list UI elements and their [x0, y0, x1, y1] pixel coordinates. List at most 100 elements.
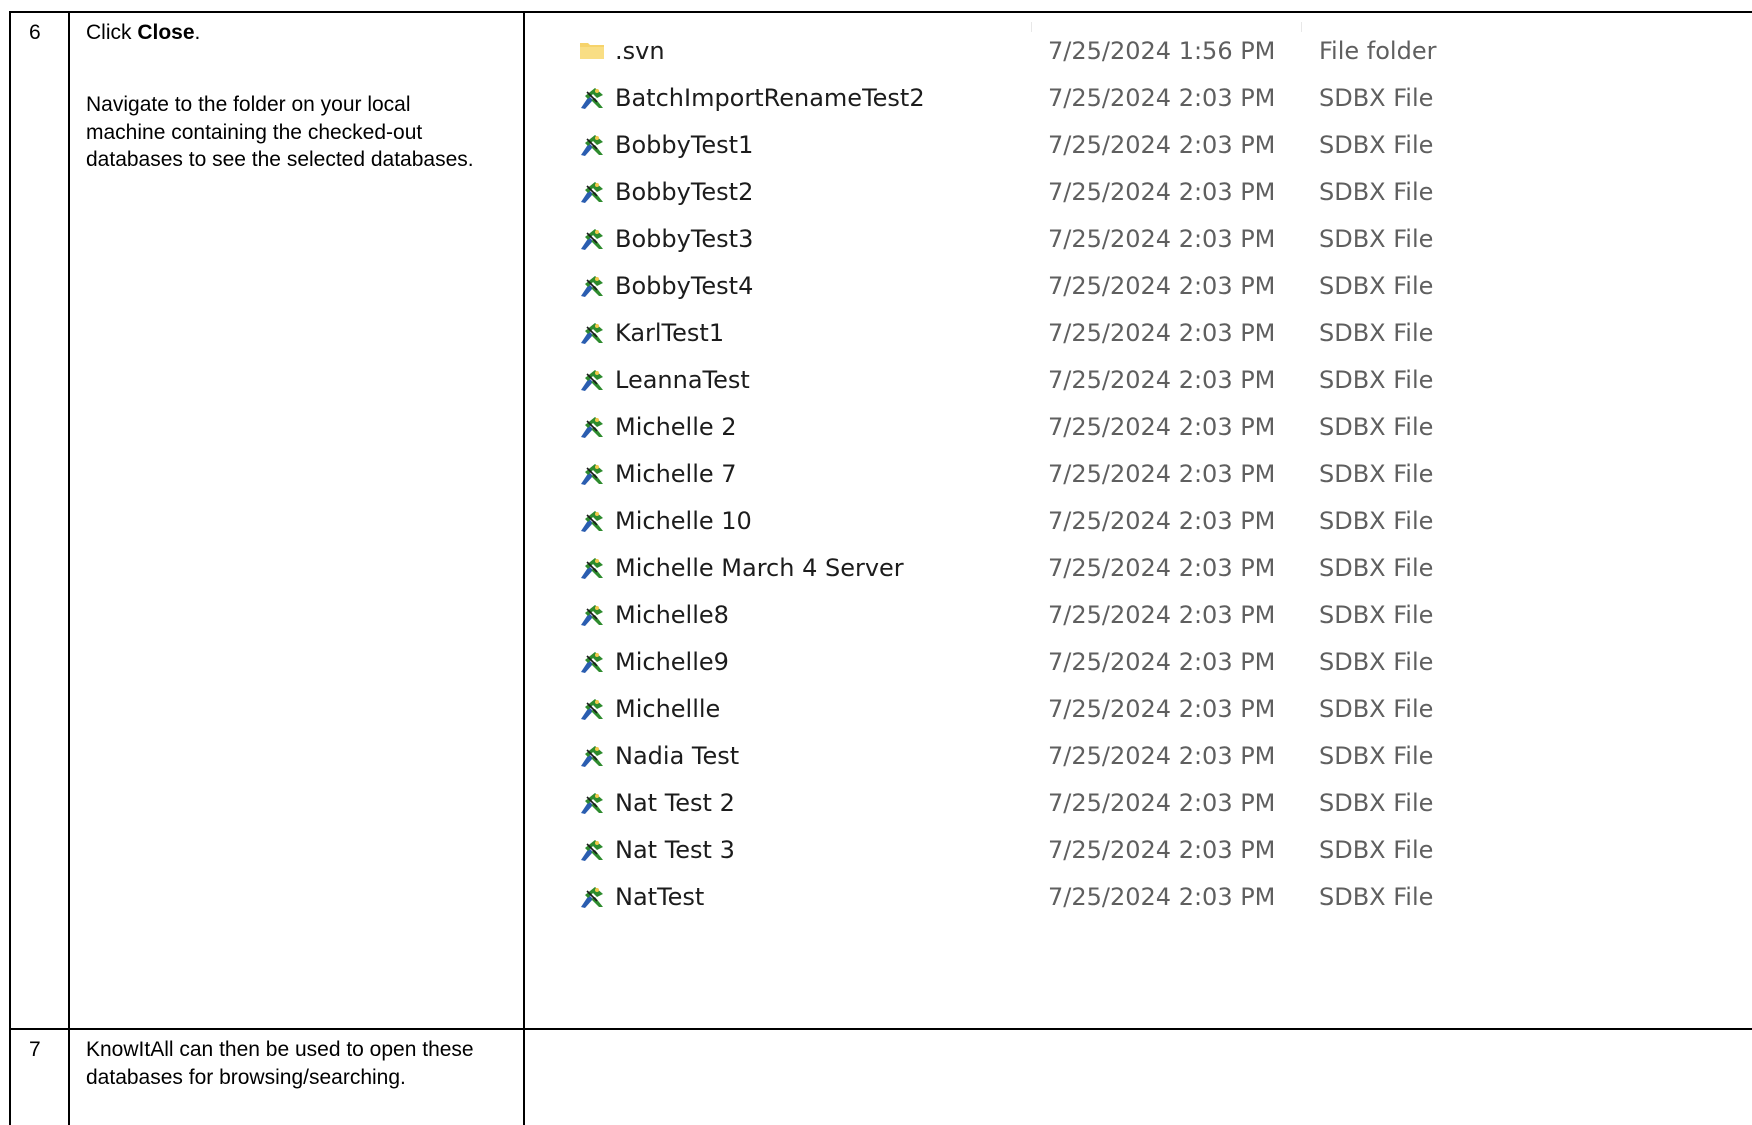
sdbx-file-icon: [579, 603, 605, 627]
file-row[interactable]: NatTest 7/25/2024 2:03 PM SDBX File: [536, 871, 1636, 923]
column-divider-image: [523, 11, 525, 1125]
file-name[interactable]: Nat Test 3: [615, 834, 735, 866]
file-name[interactable]: Michelle 7: [615, 458, 737, 490]
file-name[interactable]: Michelle 2: [615, 411, 737, 443]
file-name[interactable]: BatchImportRenameTest2: [615, 82, 925, 114]
file-type: SDBX File: [1319, 225, 1434, 253]
table-left-border: [9, 11, 11, 1125]
file-date-modified: 7/25/2024 2:03 PM: [1048, 789, 1276, 817]
file-type: SDBX File: [1319, 319, 1434, 347]
file-type: SDBX File: [1319, 648, 1434, 676]
file-date-modified: 7/25/2024 2:03 PM: [1048, 554, 1276, 582]
file-row[interactable]: BobbyTest4 7/25/2024 2:03 PM SDBX File: [536, 260, 1636, 312]
sdbx-file-icon: [579, 180, 605, 204]
file-date-modified: 7/25/2024 2:03 PM: [1048, 648, 1276, 676]
file-type: SDBX File: [1319, 460, 1434, 488]
sdbx-file-icon: [579, 697, 605, 721]
file-name[interactable]: Michelle March 4 Server: [615, 552, 904, 584]
file-type: SDBX File: [1319, 413, 1434, 441]
file-row[interactable]: Nat Test 2 7/25/2024 2:03 PM SDBX File: [536, 777, 1636, 829]
instruction-table: 6 Click Close. Navigate to the folder on…: [9, 11, 1752, 1125]
file-name[interactable]: BobbyTest2: [615, 176, 753, 208]
file-name[interactable]: BobbyTest1: [615, 129, 753, 161]
file-row[interactable]: Nadia Test 7/25/2024 2:03 PM SDBX File: [536, 730, 1636, 782]
file-date-modified: 7/25/2024 2:03 PM: [1048, 601, 1276, 629]
file-name[interactable]: Michelle9: [615, 646, 729, 678]
file-row[interactable]: Michelle 10 7/25/2024 2:03 PM SDBX File: [536, 495, 1636, 547]
file-type: SDBX File: [1319, 178, 1434, 206]
sdbx-file-icon: [579, 744, 605, 768]
file-type: SDBX File: [1319, 883, 1434, 911]
file-type: File folder: [1319, 37, 1437, 65]
file-row[interactable]: LeannaTest 7/25/2024 2:03 PM SDBX File: [536, 354, 1636, 406]
close-button-reference: Close: [137, 21, 195, 44]
step-action: Click Close.: [86, 19, 486, 46]
sdbx-file-icon: [579, 791, 605, 815]
step-action-suffix: .: [194, 21, 201, 44]
file-date-modified: 7/25/2024 1:56 PM: [1048, 37, 1276, 65]
file-row[interactable]: BatchImportRenameTest2 7/25/2024 2:03 PM S…: [536, 72, 1636, 124]
column-divider-number: [68, 11, 70, 1125]
file-type: SDBX File: [1319, 742, 1434, 770]
step-number: 7: [29, 1038, 41, 1061]
sdbx-file-icon: [579, 885, 605, 909]
file-type: SDBX File: [1319, 131, 1434, 159]
file-row[interactable]: Michellle 7/25/2024 2:03 PM SDBX File: [536, 683, 1636, 735]
file-row[interactable]: Michelle8 7/25/2024 2:03 PM SDBX File: [536, 589, 1636, 641]
file-name[interactable]: NatTest: [615, 881, 704, 913]
file-row[interactable]: .svn 7/25/2024 1:56 PM File folder: [536, 25, 1636, 77]
file-row[interactable]: Nat Test 3 7/25/2024 2:03 PM SDBX File: [536, 824, 1636, 876]
file-row[interactable]: Michelle9 7/25/2024 2:03 PM SDBX File: [536, 636, 1636, 688]
file-name[interactable]: LeannaTest: [615, 364, 750, 396]
step-action-prefix: Click: [86, 21, 138, 44]
file-name[interactable]: BobbyTest3: [615, 223, 753, 255]
file-type: SDBX File: [1319, 695, 1434, 723]
sdbx-file-icon: [579, 86, 605, 110]
sdbx-file-icon: [579, 415, 605, 439]
file-date-modified: 7/25/2024 2:03 PM: [1048, 131, 1276, 159]
folder-icon: [579, 39, 605, 63]
file-row[interactable]: BobbyTest2 7/25/2024 2:03 PM SDBX File: [536, 166, 1636, 218]
file-type: SDBX File: [1319, 554, 1434, 582]
file-name[interactable]: Michelle 10: [615, 505, 752, 537]
file-date-modified: 7/25/2024 2:03 PM: [1048, 836, 1276, 864]
sdbx-file-icon: [579, 274, 605, 298]
sdbx-file-icon: [579, 133, 605, 157]
file-row[interactable]: KarlTest1 7/25/2024 2:03 PM SDBX File: [536, 307, 1636, 359]
sdbx-file-icon: [579, 556, 605, 580]
file-row[interactable]: BobbyTest1 7/25/2024 2:03 PM SDBX File: [536, 119, 1636, 171]
file-row[interactable]: Michelle 7 7/25/2024 2:03 PM SDBX File: [536, 448, 1636, 500]
file-name[interactable]: .svn: [615, 35, 665, 67]
file-row[interactable]: Michelle 2 7/25/2024 2:03 PM SDBX File: [536, 401, 1636, 453]
file-name[interactable]: Nat Test 2: [615, 787, 735, 819]
file-type: SDBX File: [1319, 84, 1434, 112]
file-name[interactable]: BobbyTest4: [615, 270, 753, 302]
file-type: SDBX File: [1319, 366, 1434, 394]
file-date-modified: 7/25/2024 2:03 PM: [1048, 366, 1276, 394]
sdbx-file-icon: [579, 462, 605, 486]
file-date-modified: 7/25/2024 2:03 PM: [1048, 507, 1276, 535]
file-name[interactable]: Michellle: [615, 693, 720, 725]
sdbx-file-icon: [579, 838, 605, 862]
file-row[interactable]: Michelle March 4 Server 7/25/2024 2:03 PM…: [536, 542, 1636, 594]
file-date-modified: 7/25/2024 2:03 PM: [1048, 84, 1276, 112]
file-type: SDBX File: [1319, 272, 1434, 300]
file-date-modified: 7/25/2024 2:03 PM: [1048, 272, 1276, 300]
file-name[interactable]: KarlTest1: [615, 317, 724, 349]
file-explorer-list: .svn 7/25/2024 1:56 PM File folder BatchImp…: [536, 11, 1636, 1041]
file-type: SDBX File: [1319, 601, 1434, 629]
file-type: SDBX File: [1319, 836, 1434, 864]
sdbx-file-icon: [579, 321, 605, 345]
file-date-modified: 7/25/2024 2:03 PM: [1048, 883, 1276, 911]
file-date-modified: 7/25/2024 2:03 PM: [1048, 413, 1276, 441]
step-description: Navigate to the folder on your local mac…: [86, 93, 474, 171]
file-name[interactable]: Nadia Test: [615, 740, 739, 772]
file-date-modified: 7/25/2024 2:03 PM: [1048, 742, 1276, 770]
file-type: SDBX File: [1319, 507, 1434, 535]
sdbx-file-icon: [579, 368, 605, 392]
file-date-modified: 7/25/2024 2:03 PM: [1048, 695, 1276, 723]
file-name[interactable]: Michelle8: [615, 599, 729, 631]
file-date-modified: 7/25/2024 2:03 PM: [1048, 225, 1276, 253]
sdbx-file-icon: [579, 650, 605, 674]
file-row[interactable]: BobbyTest3 7/25/2024 2:03 PM SDBX File: [536, 213, 1636, 265]
